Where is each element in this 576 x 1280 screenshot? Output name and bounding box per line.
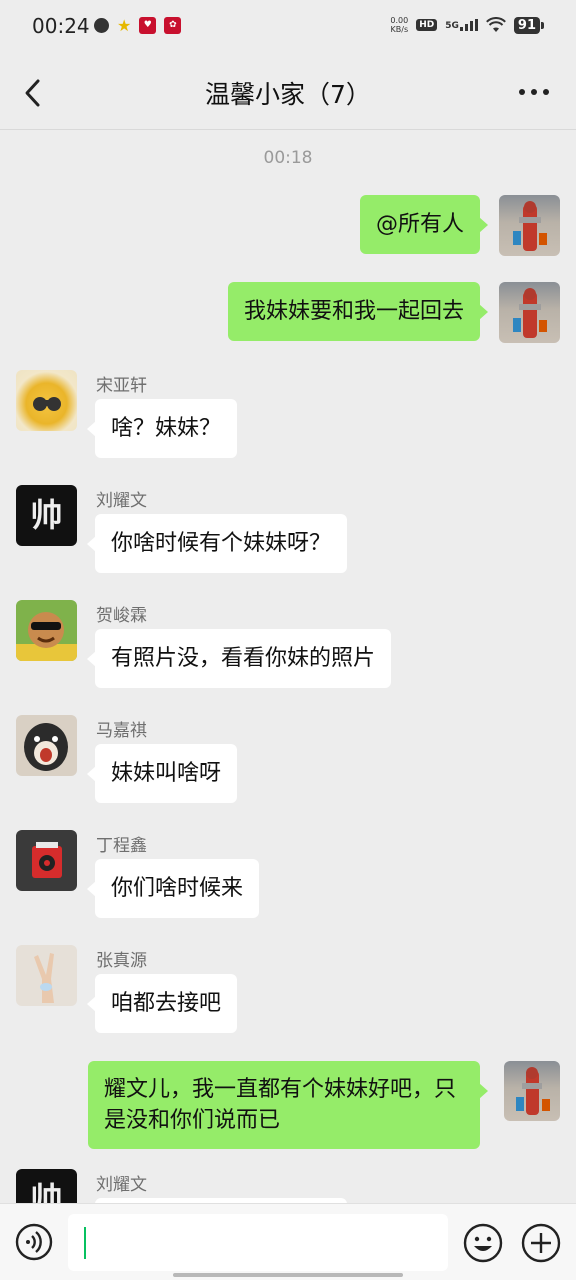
home-indicator[interactable] (173, 1273, 403, 1277)
message-list[interactable]: 00:18 @所有人 我妹妹要和我一起回去 宋亚轩 啥？妹妹？ 帅 刘耀文 你啥… (0, 131, 576, 1203)
contact-avatar[interactable] (16, 945, 77, 1006)
message-bubble[interactable]: 你啥时候有个妹妹呀？ (86, 514, 348, 573)
message-bubble[interactable]: 你们啥时候来 (86, 859, 260, 918)
contact-avatar[interactable] (16, 370, 77, 431)
avatar-text: 帅 (30, 496, 63, 534)
status-bar: 00:24 ★ ♥ ✿ 0.00 KB/s HD 5G 91 (0, 0, 576, 56)
input-bar (0, 1203, 576, 1280)
message-bubble[interactable]: @所有人 (359, 195, 489, 254)
network-speed: 0.00 KB/s (390, 16, 409, 34)
cartoon-face-icon (16, 612, 77, 661)
contact-avatar[interactable]: 帅 (16, 485, 77, 546)
message-bubble[interactable]: 咱都去接吧 (86, 974, 238, 1033)
message-timestamp: 00:18 (263, 148, 313, 168)
star-icon: ★ (117, 15, 132, 35)
text-caret (84, 1227, 86, 1259)
status-notification-icons: ★ ♥ ✿ (94, 15, 182, 35)
my-avatar[interactable] (499, 195, 560, 256)
contact-avatar[interactable] (16, 715, 77, 776)
globe-icon (94, 18, 109, 33)
voice-input-icon[interactable] (15, 1223, 53, 1261)
plus-icon[interactable] (521, 1223, 561, 1263)
my-avatar[interactable] (499, 282, 560, 343)
message-input[interactable] (68, 1214, 448, 1271)
status-system-icons: 0.00 KB/s HD 5G 91 (390, 16, 545, 34)
more-options-icon[interactable] (518, 82, 550, 102)
emoji-icon[interactable] (463, 1223, 503, 1263)
message-bubble[interactable]: 妹妹叫啥呀 (86, 744, 238, 803)
binoculars-icon (33, 397, 61, 411)
sender-name: 丁程鑫 (96, 836, 147, 856)
camera-icon (32, 842, 62, 878)
hd-icon: HD (416, 19, 438, 31)
avatar-text: 帅 (30, 1180, 63, 1203)
robot-figure-icon (513, 288, 547, 338)
chat-header: 温馨小家（7） (0, 56, 576, 130)
contact-avatar[interactable] (16, 830, 77, 891)
sender-name: 刘耀文 (96, 1175, 147, 1195)
app-notification-icon-2: ✿ (164, 17, 182, 34)
robot-figure-icon (513, 201, 547, 251)
sender-name: 宋亚轩 (96, 376, 147, 396)
chat-title: 温馨小家（7） (205, 80, 371, 109)
status-time: 00:24 (32, 14, 90, 38)
wifi-icon (485, 17, 506, 32)
sender-name: 马嘉祺 (96, 721, 147, 741)
message-bubble[interactable]: 耀文儿，我一直都有个妹妹好吧，只是没和你们说而已 (88, 1061, 488, 1149)
dog-face-icon (24, 723, 68, 771)
battery-icon: 91 (513, 16, 545, 34)
robot-figure-icon (516, 1067, 550, 1115)
my-avatar[interactable] (504, 1061, 560, 1121)
app-notification-icon: ♥ (139, 17, 157, 34)
message-bubble[interactable]: 有照片没，看看你妹的照片 (86, 629, 392, 688)
message-bubble[interactable]: 啥？妹妹？ (86, 399, 238, 458)
signal-icon: 5G (445, 19, 478, 31)
sender-name: 张真源 (96, 951, 147, 971)
sender-name: 贺峻霖 (96, 606, 147, 626)
hand-icon (34, 953, 54, 1003)
contact-avatar[interactable] (16, 600, 77, 661)
sender-name: 刘耀文 (96, 491, 147, 511)
contact-avatar[interactable]: 帅 (16, 1169, 77, 1203)
message-bubble[interactable]: 我妹妹要和我一起回去 (227, 282, 489, 341)
